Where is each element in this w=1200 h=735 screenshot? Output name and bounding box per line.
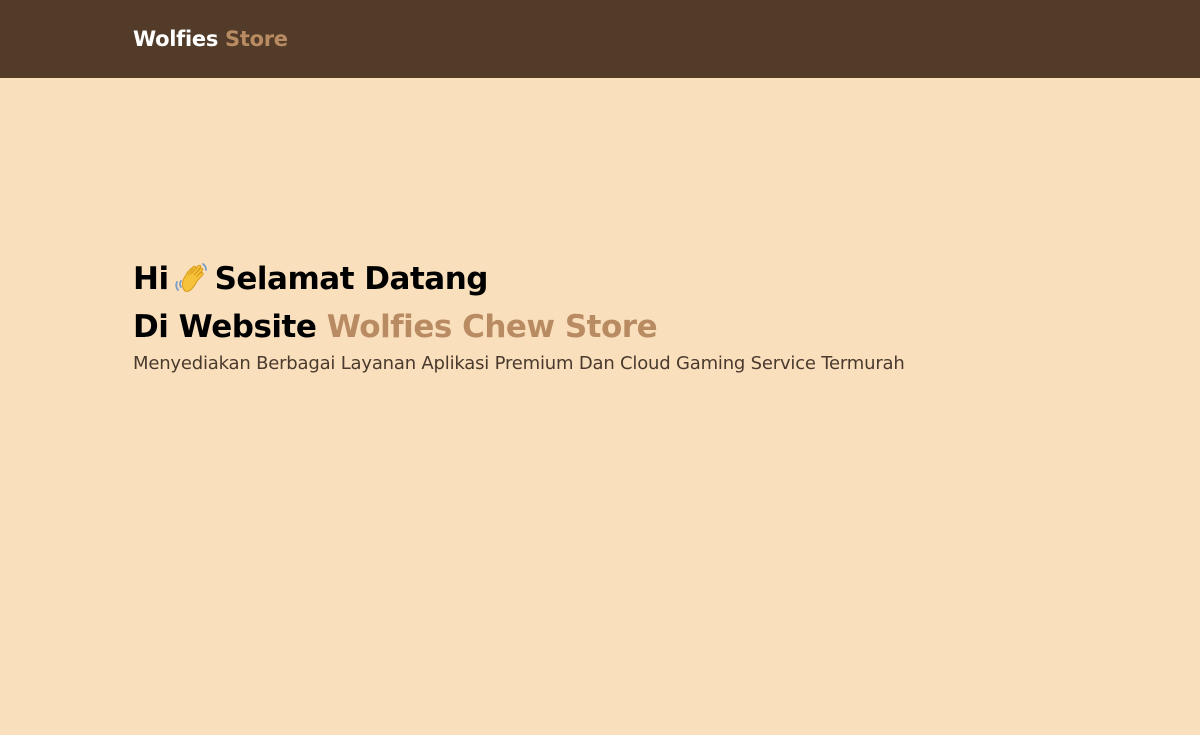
hero-greeting-hi: Hi: [133, 261, 169, 297]
hero-section: Hi Selamat Datang Di Website Wolfies Che…: [133, 255, 1133, 377]
hero-greeting-text: Selamat Datang: [214, 261, 489, 297]
brand-logo-link[interactable]: Wolfies Store: [133, 26, 288, 51]
navbar: Wolfies Store: [0, 0, 1200, 78]
hero-greeting-heading: Hi Selamat Datang: [133, 255, 1133, 303]
hero-store-name: Wolfies Chew Store: [326, 309, 658, 345]
brand-name: Wolfies: [133, 26, 219, 51]
hero-subheading: Di Website Wolfies Chew Store: [133, 303, 1133, 351]
waving-hand-icon: [174, 263, 207, 292]
hero-tagline: Menyediakan Berbagai Layanan Aplikasi Pr…: [133, 353, 905, 374]
hero-website-prefix: Di Website: [133, 309, 317, 345]
brand-accent: Store: [225, 26, 288, 51]
